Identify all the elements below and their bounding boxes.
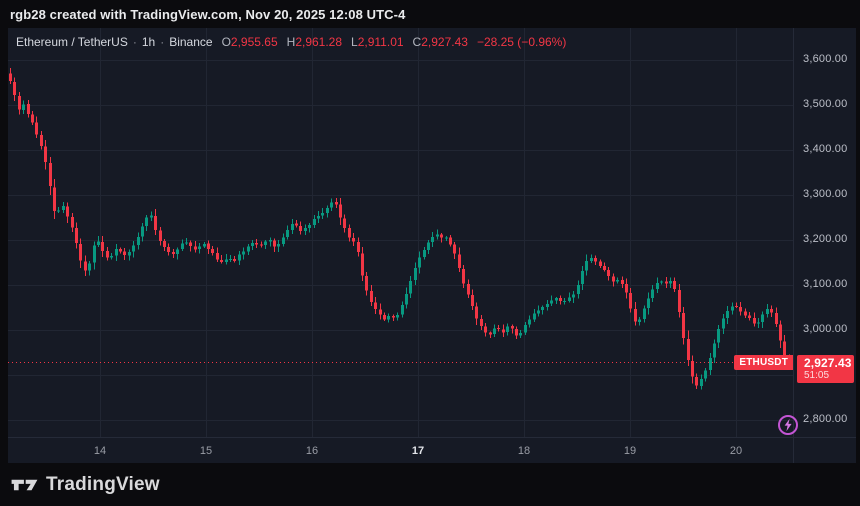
change-text: −28.25 (−0.96%) (477, 35, 566, 49)
chart-legend[interactable]: Ethereum / TetherUS · 1h · Binance O2,95… (16, 35, 566, 49)
low-label: L (351, 35, 358, 49)
chart-panel[interactable]: Ethereum / TetherUS · 1h · Binance O2,95… (8, 28, 856, 463)
time-axis-label: 19 (624, 445, 636, 457)
time-axis-label: 18 (518, 445, 530, 457)
price-axis-label: 3,400.00 (803, 143, 847, 155)
last-price-symbol-tag: ETHUSDT (734, 355, 793, 370)
separator-dot: · (133, 35, 137, 49)
price-axis-label: 3,500.00 (803, 98, 847, 110)
high-label: H (287, 35, 296, 49)
lightning-icon (777, 414, 799, 436)
footer-bar: TradingView (0, 463, 860, 506)
time-axis-label: 15 (200, 445, 212, 457)
boost-button[interactable] (777, 414, 799, 436)
price-axis-label: 3,000.00 (803, 323, 847, 335)
tradingview-logo-icon (11, 474, 38, 496)
attribution-bar: rgb28 created with TradingView.com, Nov … (0, 0, 860, 28)
time-axis-label: 17 (412, 445, 424, 457)
time-axis-label: 14 (94, 445, 106, 457)
price-axis[interactable]: 3,600.00 3,500.00 3,400.00 3,300.00 3,200.00… (793, 28, 856, 463)
ohlc-low: L2,911.01 (351, 35, 404, 49)
attribution-text: rgb28 created with TradingView.com, Nov … (10, 7, 405, 22)
time-axis-label: 20 (730, 445, 742, 457)
price-axis-label: 2,800.00 (803, 413, 847, 425)
tradingview-logo[interactable]: TradingView (11, 474, 160, 496)
time-axis-label: 16 (306, 445, 318, 457)
ohlc-high: H2,961.28 (287, 35, 342, 49)
last-price-value: 2,927.43 (804, 357, 854, 370)
screenshot-root: rgb28 created with TradingView.com, Nov … (0, 0, 860, 506)
price-axis-label: 3,100.00 (803, 278, 847, 290)
close-value: 2,927.43 (421, 35, 468, 49)
exchange-label[interactable]: Binance (169, 35, 212, 49)
price-axis-label: 3,300.00 (803, 188, 847, 200)
interval-label[interactable]: 1h (142, 35, 155, 49)
open-value: 2,955.65 (231, 35, 278, 49)
ohlc-open: O2,955.65 (222, 35, 278, 49)
high-value: 2,961.28 (295, 35, 342, 49)
symbol-name[interactable]: Ethereum / TetherUS (16, 35, 128, 49)
candle-countdown: 51:05 (804, 370, 854, 381)
last-price-tag: 2,927.43 51:05 (797, 355, 854, 383)
ohlc-close: C2,927.43 (413, 35, 468, 49)
time-axis[interactable]: 14 15 16 17 18 19 20 (8, 437, 856, 463)
close-label: C (413, 35, 422, 49)
separator-dot: · (160, 35, 164, 49)
tradingview-logo-text: TradingView (46, 474, 160, 496)
low-value: 2,911.01 (358, 35, 404, 49)
price-axis-label: 3,200.00 (803, 233, 847, 245)
price-axis-label: 3,600.00 (803, 53, 847, 65)
candlestick-chart[interactable] (8, 28, 793, 437)
open-label: O (222, 35, 231, 49)
